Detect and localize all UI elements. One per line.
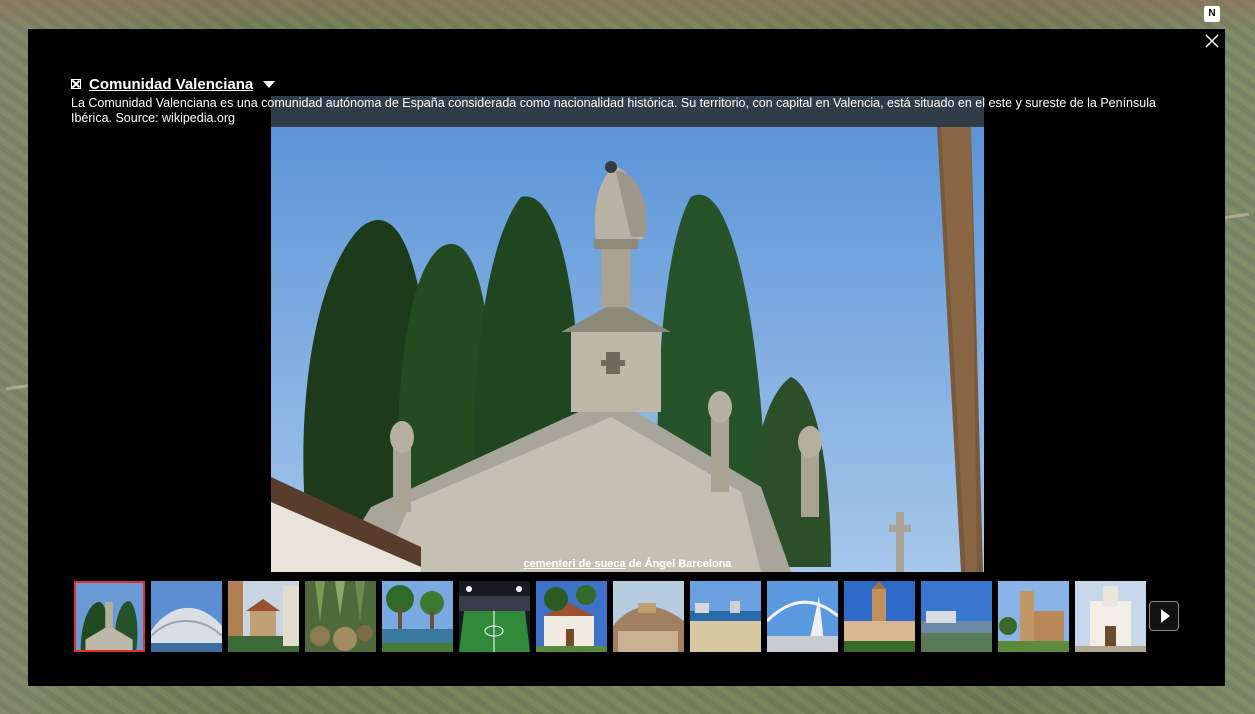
place-title-link[interactable]: Comunidad Valenciana	[89, 76, 253, 93]
compass-north-icon[interactable]: N	[1204, 6, 1220, 22]
thumb-13-bell-tower[interactable]	[998, 581, 1069, 652]
photo-caption: cementeri de sueca de Ángel Barcelona	[271, 558, 984, 570]
thumb-4-cactus-garden[interactable]	[305, 581, 376, 652]
caption-separator: de	[625, 558, 645, 570]
photo-author: Ángel Barcelona	[644, 558, 732, 570]
close-icon	[1205, 34, 1219, 48]
caret-down-icon[interactable]	[263, 80, 276, 88]
close-button[interactable]	[1204, 33, 1220, 49]
thumb-11-tower-square[interactable]	[844, 581, 915, 652]
thumb-2-arts-city[interactable]	[151, 581, 222, 652]
thumb-10-bridge[interactable]	[767, 581, 838, 652]
thumb-6-stadium[interactable]	[459, 581, 530, 652]
thumb-7-church-palms[interactable]	[536, 581, 607, 652]
thumb-8-town-hill[interactable]	[613, 581, 684, 652]
thumb-12-seafront[interactable]	[921, 581, 992, 652]
thumb-3-kiosk[interactable]	[228, 581, 299, 652]
photo-info-panel: Comunidad Valenciana La Comunidad Valenc…	[28, 29, 1225, 686]
next-thumbnails-button[interactable]	[1149, 601, 1179, 631]
place-description: La Comunidad Valenciana es una comunidad…	[71, 96, 1156, 125]
main-photo[interactable]	[271, 127, 984, 572]
thumbnail-strip	[74, 581, 1146, 653]
checkbox-icon[interactable]	[71, 79, 81, 89]
thumb-5-palm-garden[interactable]	[382, 581, 453, 652]
cemetery-photo-image	[271, 127, 984, 572]
thumb-14-white-church[interactable]	[1075, 581, 1146, 652]
photo-title-link[interactable]: cementeri de sueca	[524, 558, 626, 570]
chevron-right-icon	[1161, 609, 1170, 623]
thumb-1-cemetery[interactable]	[74, 581, 145, 652]
thumb-9-beach[interactable]	[690, 581, 761, 652]
title-row: Comunidad Valenciana	[71, 74, 276, 94]
